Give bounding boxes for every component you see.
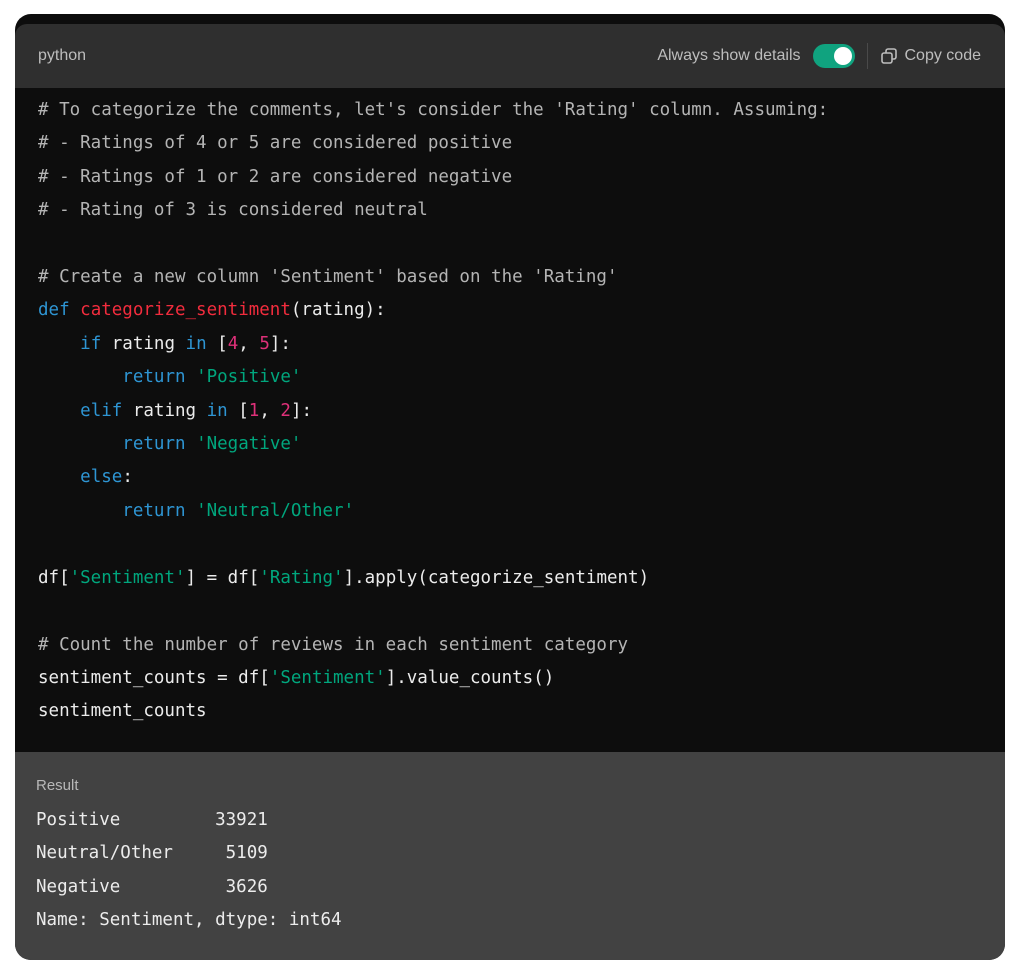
- code-token-str: 'Sentiment': [69, 567, 186, 588]
- code-token-plain: sentiment_counts: [38, 701, 207, 722]
- code-token-plain: (rating):: [290, 300, 386, 321]
- code-line: if rating in [4, 5]:: [38, 328, 988, 361]
- code-token-num: 2: [280, 400, 291, 421]
- code-token-comment: # - Ratings of 1 or 2 are considered neg…: [38, 166, 513, 187]
- code-token-plain: :: [122, 467, 133, 488]
- code-line: sentiment_counts: [38, 695, 988, 728]
- header-divider: [866, 43, 868, 69]
- result-line: Negative 3626: [36, 876, 268, 897]
- code-line: return 'Negative': [38, 428, 988, 461]
- code-token-kw: return: [122, 367, 186, 388]
- code-token-kw: return: [122, 434, 186, 455]
- copy-code-label: Copy code: [904, 47, 982, 64]
- code-line: return 'Neutral/Other': [38, 495, 988, 528]
- result-line: Name: Sentiment, dtype: int64: [36, 910, 342, 931]
- code-token-kw: return: [122, 500, 186, 521]
- code-token-plain: df[: [38, 567, 70, 588]
- code-token-plain: ].apply(categorize_sentiment): [343, 567, 650, 588]
- details-toggle-label: Always show details: [657, 47, 801, 64]
- code-token-str: 'Positive': [196, 367, 302, 388]
- code-block-header: python Always show details Copy code: [15, 24, 1005, 88]
- details-toggle-group: Always show details: [657, 44, 855, 68]
- code-line: sentiment_counts = df['Sentiment'].value…: [38, 662, 988, 695]
- code-line: # - Ratings of 4 or 5 are considered pos…: [38, 127, 988, 160]
- code-token-plain: ] = df[: [185, 567, 260, 588]
- result-output: Positive 33921 Neutral/Other 5109 Negative…: [36, 804, 342, 938]
- code-line: # Count the number of reviews in each se…: [38, 629, 988, 662]
- code-content: # To categorize the comments, let's cons…: [38, 94, 988, 729]
- code-token-plain: rating: [101, 333, 186, 354]
- code-token-comment: # Create a new column 'Sentiment' based …: [38, 267, 618, 288]
- code-token-num: 1: [248, 400, 260, 421]
- code-token-plain: ,: [259, 400, 281, 421]
- toggle-knob: [833, 47, 852, 65]
- code-token-kw: in: [185, 333, 207, 354]
- code-line: # To categorize the comments, let's cons…: [38, 94, 988, 127]
- code-token-kw: def: [38, 300, 81, 321]
- code-token-plain: [: [227, 400, 249, 421]
- result-label: Result: [36, 777, 79, 794]
- code-line: # Create a new column 'Sentiment' based …: [38, 261, 988, 294]
- details-toggle[interactable]: [812, 44, 855, 68]
- code-token-comment: # - Rating of 3 is considered neutral: [38, 200, 428, 221]
- code-token-kw: in: [206, 400, 228, 421]
- result-panel: Result Positive 33921 Neutral/Other 5109 N…: [15, 752, 1005, 960]
- code-token-plain: ].value_counts(): [385, 667, 555, 688]
- code-token-plain: ]:: [269, 333, 291, 354]
- copy-code-button[interactable]: Copy code: [880, 47, 982, 65]
- code-token-fn: categorize_sentiment: [80, 300, 291, 321]
- result-line: Positive 33921: [36, 810, 268, 830]
- result-line: Neutral/Other 5109: [36, 843, 268, 864]
- code-token-plain: rating: [122, 400, 207, 421]
- code-line: # - Rating of 3 is considered neutral: [38, 194, 988, 227]
- code-token-str: 'Sentiment': [269, 667, 386, 688]
- code-token-str: 'Rating': [259, 567, 344, 588]
- code-line: return 'Positive': [38, 361, 988, 394]
- language-label: python: [38, 47, 87, 64]
- code-token-kw: elif: [80, 400, 123, 421]
- code-token-str: 'Negative': [196, 434, 302, 455]
- copy-icon: [880, 48, 897, 64]
- code-token-num: 5: [259, 333, 270, 354]
- code-line: elif rating in [1, 2]:: [38, 395, 988, 428]
- code-block: python Always show details Copy code # T…: [15, 14, 1005, 960]
- code-token-plain: ,: [238, 333, 260, 354]
- code-token-plain: [: [206, 333, 228, 354]
- code-token-plain: ]:: [290, 400, 313, 421]
- code-line: # - Ratings of 1 or 2 are considered neg…: [38, 161, 988, 194]
- code-token-comment: # To categorize the comments, let's cons…: [38, 100, 829, 120]
- code-token-comment: # Count the number of reviews in each se…: [38, 634, 629, 655]
- code-token-kw: else: [80, 467, 123, 488]
- code-token-comment: # - Ratings of 4 or 5 are considered pos…: [38, 133, 513, 154]
- code-line: df['Sentiment'] = df['Rating'].apply(cat…: [38, 562, 988, 595]
- code-line: else:: [38, 461, 988, 494]
- code-token-kw: if: [80, 333, 102, 354]
- code-token-num: 4: [227, 333, 239, 354]
- code-line: def categorize_sentiment(rating):: [38, 294, 988, 327]
- code-token-plain: sentiment_counts = df[: [38, 667, 270, 688]
- code-token-str: 'Neutral/Other': [196, 500, 355, 521]
